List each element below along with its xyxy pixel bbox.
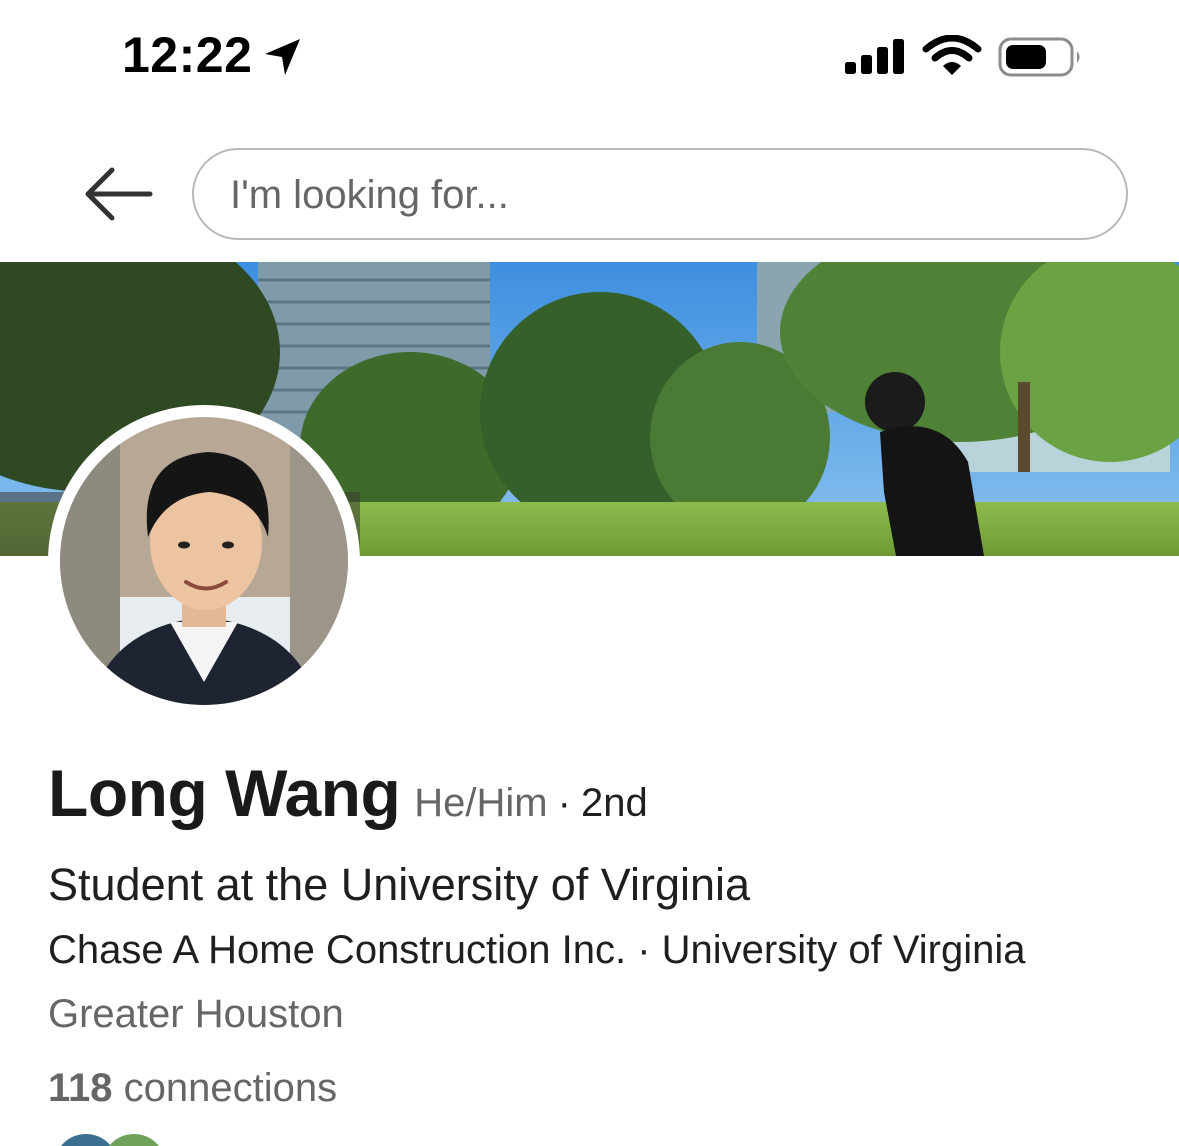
back-button[interactable]: [82, 162, 158, 226]
separator: ·: [557, 781, 571, 825]
status-time: 12:22: [122, 27, 253, 83]
connection-degree: 2nd: [580, 781, 648, 825]
name-row: Long Wang He/Him · 2nd: [48, 760, 648, 826]
search-bar[interactable]: [192, 148, 1128, 240]
cellular-signal-icon: [845, 39, 904, 74]
search-input[interactable]: [228, 150, 1092, 240]
profile-page: 12:22 I'm looking for... Long Wang He/Hi…: [0, 0, 1179, 1146]
profile-location: Greater Houston: [48, 992, 344, 1036]
location-arrow-icon: [265, 39, 300, 75]
separator: ·: [637, 928, 651, 972]
pronouns: He/Him: [414, 781, 548, 825]
back-arrow-icon: [85, 167, 153, 221]
avatar[interactable]: [48, 405, 360, 717]
connections-label: connections: [123, 1066, 338, 1110]
profile-photo: [60, 417, 348, 705]
education-link[interactable]: University of Virginia: [662, 928, 1026, 972]
experience-education-row: Chase A Home Construction Inc. · Univers…: [48, 928, 1026, 972]
profile-name: Long Wang: [48, 756, 401, 830]
profile-headline: Student at the University of Virginia: [48, 859, 751, 910]
mutual-connections-avatars[interactable]: [52, 1134, 172, 1146]
wifi-icon: [922, 35, 982, 75]
connections-link[interactable]: 118 connections: [48, 1066, 337, 1110]
current-company-link[interactable]: Chase A Home Construction Inc.: [48, 928, 626, 972]
connections-count: 118: [48, 1066, 113, 1110]
battery-icon: [998, 37, 1080, 77]
